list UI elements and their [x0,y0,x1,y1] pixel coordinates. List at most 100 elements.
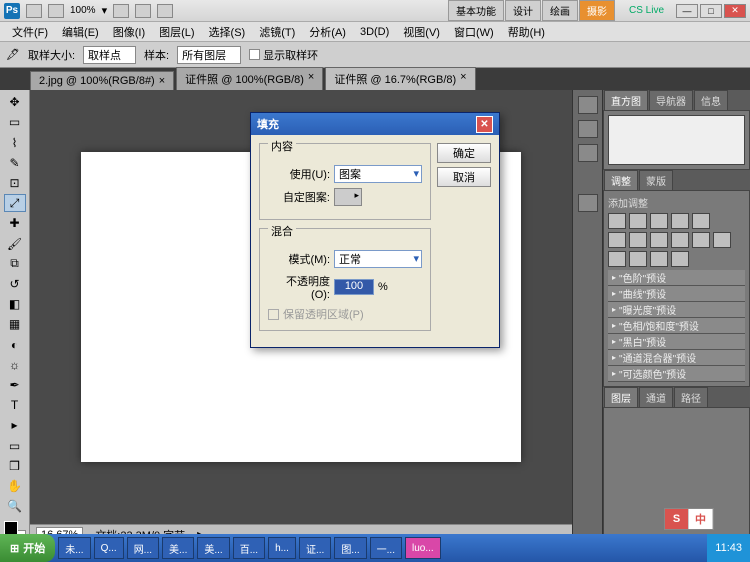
panel-icon[interactable] [578,194,598,212]
preset-item[interactable]: "可选颜色"预设 [608,366,745,382]
sample-layers-select[interactable]: 所有图层 [177,46,241,64]
taskbar-item[interactable]: 一... [370,537,402,559]
taskbar-item[interactable]: 百... [233,537,265,559]
tab-adjustments[interactable]: 调整 [604,170,638,190]
menu-view[interactable]: 视图(V) [397,22,446,42]
pattern-picker[interactable] [334,188,362,206]
taskbar-item[interactable]: 网... [127,537,159,559]
preset-item[interactable]: "通道混合器"预设 [608,350,745,366]
menu-3d[interactable]: 3D(D) [354,24,395,40]
bridge-icon[interactable] [26,4,42,18]
zoom-display[interactable]: 100% [70,5,96,16]
tab-navigator[interactable]: 导航器 [649,90,693,110]
dialog-close-button[interactable]: ✕ [476,116,493,133]
minimize-button[interactable]: — [676,4,698,18]
dialog-title-bar[interactable]: 填充 ✕ [251,113,499,135]
screen-mode-icon[interactable] [157,4,173,18]
adjust-icon[interactable] [671,232,689,248]
adjust-icon[interactable] [629,213,647,229]
preset-item[interactable]: "曝光度"预设 [608,302,745,318]
adjust-icon[interactable] [629,232,647,248]
menu-window[interactable]: 窗口(W) [448,22,500,42]
tab-layers[interactable]: 图层 [604,387,638,407]
adjust-icon[interactable] [692,232,710,248]
dodge-tool[interactable]: ☼ [4,356,26,374]
taskbar-item[interactable]: luo... [405,537,441,559]
adjust-icon[interactable] [629,251,647,267]
close-icon[interactable]: × [159,75,165,87]
adjust-icon[interactable] [650,232,668,248]
arrange-icon[interactable] [135,4,151,18]
hand-tool[interactable]: ✋ [4,477,26,495]
adjust-icon[interactable] [650,251,668,267]
adjust-icon[interactable] [671,213,689,229]
taskbar-item[interactable]: Q... [94,537,124,559]
menu-file[interactable]: 文件(F) [6,22,54,42]
preset-item[interactable]: "曲线"预设 [608,286,745,302]
document-tab[interactable]: 2.jpg @ 100%(RGB/8#)× [30,71,174,90]
taskbar-item[interactable]: 图... [334,537,366,559]
pen-tool[interactable]: ✒ [4,376,26,394]
shape-tool[interactable]: ▭ [4,436,26,454]
system-tray[interactable]: 11:43 [707,534,750,562]
opacity-input[interactable]: 100 [334,279,374,295]
eyedropper-tool[interactable]: ⤢ [4,194,26,212]
taskbar-item[interactable]: h... [268,537,296,559]
workspace-painting[interactable]: 绘画 [542,0,578,21]
mode-select[interactable]: 正常 [334,250,422,268]
workspace-essentials[interactable]: 基本功能 [448,0,504,21]
tab-histogram[interactable]: 直方图 [604,90,648,110]
adjust-icon[interactable] [692,213,710,229]
adjust-icon[interactable] [608,213,626,229]
cancel-button[interactable]: 取消 [437,167,491,187]
adjust-icon[interactable] [671,251,689,267]
document-tab[interactable]: 证件照 @ 16.7%(RGB/8)× [325,67,475,90]
marquee-tool[interactable]: ▭ [4,113,26,131]
menu-image[interactable]: 图像(I) [107,22,151,42]
tab-channels[interactable]: 通道 [639,387,673,407]
taskbar-item[interactable]: 未... [58,537,90,559]
workspace-photography[interactable]: 摄影 [579,0,615,21]
menu-edit[interactable]: 编辑(E) [56,22,105,42]
preset-item[interactable]: "黑白"预设 [608,334,745,350]
close-button[interactable]: ✕ [724,4,746,18]
heal-tool[interactable]: ✚ [4,214,26,232]
quick-select-tool[interactable]: ✎ [4,154,26,172]
menu-help[interactable]: 帮助(H) [502,22,551,42]
document-tab[interactable]: 证件照 @ 100%(RGB/8)× [176,67,323,90]
adjust-icon[interactable] [608,232,626,248]
maximize-button[interactable]: □ [700,4,722,18]
workspace-design[interactable]: 设计 [505,0,541,21]
menu-analysis[interactable]: 分析(A) [303,22,352,42]
eraser-tool[interactable]: ◧ [4,295,26,313]
3d-tool[interactable]: ❒ [4,457,26,475]
tab-info[interactable]: 信息 [694,90,728,110]
ok-button[interactable]: 确定 [437,143,491,163]
view-extras-icon[interactable] [113,4,129,18]
sample-size-select[interactable]: 取样点 [83,46,136,64]
tab-masks[interactable]: 蒙版 [639,170,673,190]
preset-item[interactable]: "色阶"预设 [608,270,745,286]
start-button[interactable]: ⊞ 开始 [0,534,55,562]
panel-icon[interactable] [578,144,598,162]
blur-tool[interactable]: ◐ [4,335,26,353]
menu-layer[interactable]: 图层(L) [153,22,200,42]
taskbar-item[interactable]: 证... [299,537,331,559]
type-tool[interactable]: T [4,396,26,414]
ime-indicator[interactable]: S 中 [664,508,714,530]
close-icon[interactable]: × [308,71,314,87]
preserve-transparency-checkbox[interactable]: 保留透明区域(P) [268,306,422,322]
panel-icon[interactable] [578,120,598,138]
brush-tool[interactable]: 🖌 [4,234,26,252]
cs-live[interactable]: CS Live [629,5,664,16]
adjust-icon[interactable] [608,251,626,267]
mini-bridge-icon[interactable] [48,4,64,18]
path-select-tool[interactable]: ▸ [4,416,26,434]
show-sampling-ring-checkbox[interactable]: 显示取样环 [249,47,318,63]
gradient-tool[interactable]: ▦ [4,315,26,333]
preset-item[interactable]: "色相/饱和度"预设 [608,318,745,334]
close-icon[interactable]: × [460,71,466,87]
panel-icon[interactable] [578,96,598,114]
adjust-icon[interactable] [713,232,731,248]
history-brush-tool[interactable]: ↺ [4,275,26,293]
